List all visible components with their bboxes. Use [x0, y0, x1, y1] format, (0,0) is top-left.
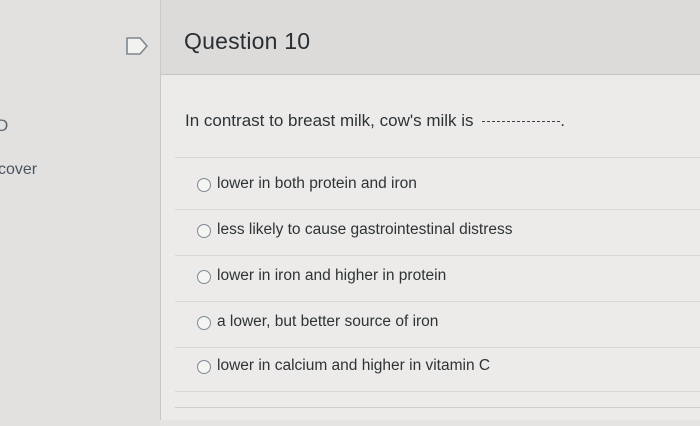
answer-blank — [482, 121, 561, 122]
left-sidebar — [0, 0, 160, 426]
answer-label[interactable]: lower in iron and higher in protein — [217, 267, 446, 285]
sidebar-edge-text[interactable]: cover — [0, 161, 37, 179]
answer-label[interactable]: lower in calcium and higher in vitamin C — [217, 357, 490, 375]
answer-label[interactable]: lower in both protein and iron — [217, 175, 417, 193]
flag-icon[interactable] — [126, 37, 150, 55]
answers-divider — [175, 157, 700, 158]
answer-option-4[interactable]: a lower, but better source of iron — [175, 301, 700, 348]
answer-option-2[interactable]: less likely to cause gastrointestinal di… — [175, 209, 700, 256]
answer-label[interactable]: a lower, but better source of iron — [217, 313, 438, 331]
answer-label[interactable]: less likely to cause gastrointestinal di… — [217, 221, 513, 239]
question-card: Question 10 In contrast to breast milk, … — [160, 0, 700, 420]
answer-option-1[interactable]: lower in both protein and iron — [175, 163, 700, 210]
answer-option-3[interactable]: lower in iron and higher in protein — [175, 255, 700, 302]
card-bottom-border — [175, 407, 700, 408]
sidebar-edge-glyph: D — [0, 116, 9, 135]
question-header: Question 10 — [161, 0, 700, 75]
question-prompt: In contrast to breast milk, cow's milk i… — [185, 111, 565, 131]
answer-option-5[interactable]: lower in calcium and higher in vitamin C — [175, 345, 700, 392]
radio-button-icon[interactable] — [197, 316, 211, 330]
question-prompt-text: In contrast to breast milk, cow's milk i… — [185, 111, 474, 130]
radio-button-icon[interactable] — [197, 178, 211, 192]
question-body: In contrast to breast milk, cow's milk i… — [161, 75, 700, 420]
radio-button-icon[interactable] — [197, 360, 211, 374]
prompt-period: . — [560, 111, 566, 130]
radio-button-icon[interactable] — [197, 224, 211, 238]
question-title: Question 10 — [184, 28, 311, 54]
radio-button-icon[interactable] — [197, 270, 211, 284]
